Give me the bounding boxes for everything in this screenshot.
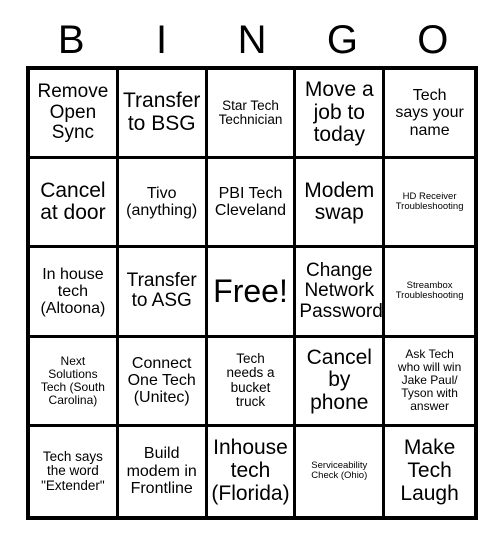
bingo-cell-label: Build modem in Frontline bbox=[126, 445, 197, 498]
bingo-cell-label: Make Tech Laugh bbox=[400, 436, 459, 505]
bingo-cell[interactable]: Build modem in Frontline bbox=[118, 426, 208, 516]
bingo-cell[interactable]: Streambox Troubleshooting bbox=[385, 248, 474, 338]
bingo-cell[interactable]: In house tech (Altoona) bbox=[30, 248, 119, 338]
bingo-cell[interactable]: Tech needs a bucket truck bbox=[207, 337, 297, 427]
bingo-cell-label: Change Network Password bbox=[299, 259, 383, 322]
bingo-cell[interactable]: Move a job to today bbox=[296, 70, 386, 160]
bingo-cell[interactable]: Tivo (anything) bbox=[118, 159, 208, 249]
bingo-cell[interactable]: Transfer to ASG bbox=[118, 248, 208, 338]
bingo-cell-label: Tivo (anything) bbox=[126, 185, 198, 220]
bingo-header-letter-g: G bbox=[326, 18, 358, 62]
bingo-cell[interactable]: Transfer to BSG bbox=[118, 70, 208, 160]
bingo-cell-label: Tech needs a bucket truck bbox=[226, 350, 275, 410]
bingo-cell[interactable]: Connect One Tech (Unitec) bbox=[118, 337, 208, 427]
bingo-cell-free-space[interactable]: Free! bbox=[207, 248, 297, 338]
bingo-cell-label: Cancel by phone bbox=[306, 345, 372, 415]
bingo-cell-label: Serviceability Check (Ohio) bbox=[311, 460, 368, 482]
bingo-card: B I N G O Remove Open Sync Transfer to B… bbox=[0, 0, 502, 544]
bingo-cell-label: Streambox Troubleshooting bbox=[395, 280, 464, 302]
bingo-cell[interactable]: Star Tech Technician bbox=[207, 70, 297, 160]
bingo-cell-label: In house tech (Altoona) bbox=[40, 265, 106, 318]
bingo-cell-label: Connect One Tech (Unitec) bbox=[127, 354, 196, 407]
bingo-cell-label: Tech says the word "Extender" bbox=[41, 448, 105, 493]
bingo-cell-label: Ask Tech who will win Jake Paul/ Tyson w… bbox=[397, 347, 462, 414]
bingo-cell[interactable]: Modem swap bbox=[296, 159, 386, 249]
bingo-header-letter-b: B bbox=[57, 18, 85, 62]
bingo-cell-label: PBI Tech Cleveland bbox=[214, 185, 287, 220]
bingo-grid: Remove Open Sync Transfer to BSG Star Te… bbox=[26, 66, 478, 520]
bingo-cell-label: Inhouse tech (Florida) bbox=[211, 436, 290, 505]
bingo-cell-label: Tech says your name bbox=[395, 87, 464, 139]
bingo-cell[interactable]: Inhouse tech (Florida) bbox=[207, 426, 297, 516]
bingo-cell[interactable]: Cancel at door bbox=[30, 159, 119, 249]
bingo-header-row: B I N G O bbox=[26, 14, 478, 66]
bingo-cell[interactable]: HD Receiver Troubleshooting bbox=[385, 159, 474, 249]
bingo-cell[interactable]: Next Solutions Tech (South Carolina) bbox=[30, 337, 119, 427]
bingo-cell[interactable]: Remove Open Sync bbox=[30, 70, 119, 160]
bingo-cell-label: Transfer to ASG bbox=[126, 269, 197, 312]
bingo-cell[interactable]: Change Network Password bbox=[296, 248, 386, 338]
bingo-cell[interactable]: Cancel by phone bbox=[296, 337, 386, 427]
bingo-cell-label: Move a job to today bbox=[304, 78, 374, 147]
bingo-header-letter-n: N bbox=[237, 18, 267, 62]
bingo-cell[interactable]: Make Tech Laugh bbox=[385, 426, 474, 516]
bingo-cell-label: Transfer to BSG bbox=[122, 89, 201, 136]
bingo-cell-label: HD Receiver Troubleshooting bbox=[395, 191, 464, 213]
bingo-cell-label: Next Solutions Tech (South Carolina) bbox=[40, 353, 105, 407]
bingo-cell[interactable]: Tech says your name bbox=[385, 70, 474, 160]
bingo-header-letter-o: O bbox=[417, 18, 449, 62]
bingo-cell[interactable]: Serviceability Check (Ohio) bbox=[296, 426, 386, 516]
bingo-cell-label: Modem swap bbox=[304, 178, 375, 225]
bingo-cell[interactable]: Tech says the word "Extender" bbox=[30, 426, 119, 516]
bingo-cell-label: Cancel at door bbox=[40, 178, 106, 225]
bingo-cell-label: Star Tech Technician bbox=[218, 97, 283, 128]
bingo-header-letter-i: I bbox=[156, 18, 168, 62]
bingo-cell[interactable]: Ask Tech who will win Jake Paul/ Tyson w… bbox=[385, 337, 474, 427]
bingo-cell[interactable]: PBI Tech Cleveland bbox=[207, 159, 297, 249]
bingo-cell-label: Free! bbox=[213, 273, 288, 310]
bingo-cell-label: Remove Open Sync bbox=[37, 81, 109, 144]
